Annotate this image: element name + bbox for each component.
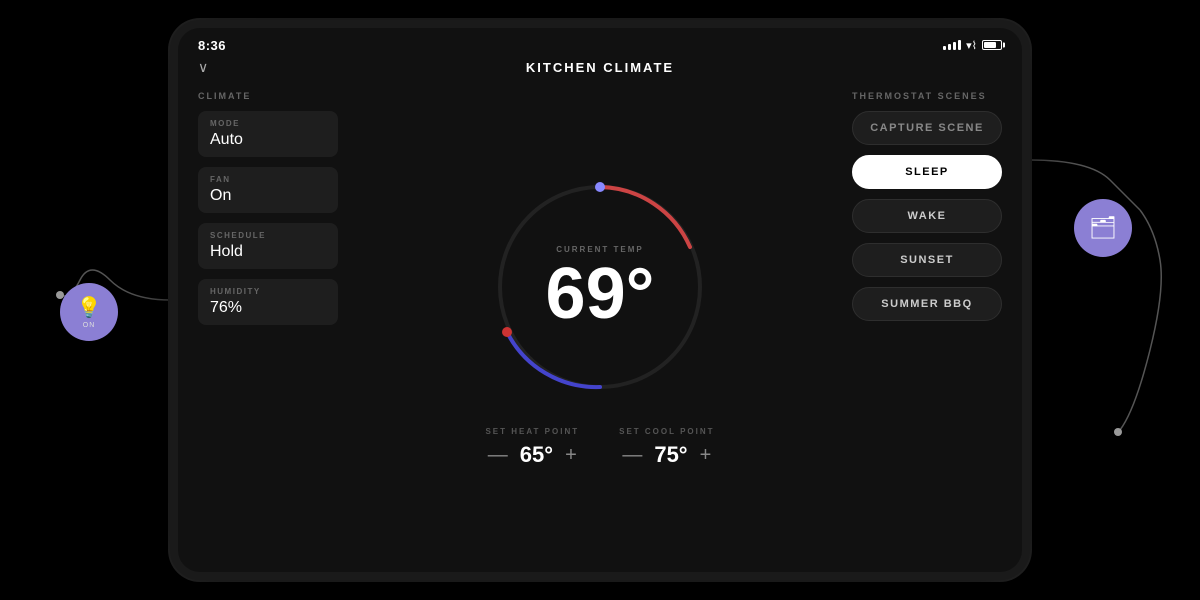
left-panel: CLIMATE MODE Auto FAN On SCHEDULE Hold H… [178, 83, 358, 572]
summer-bbq-scene-button[interactable]: SUMMER BBQ [852, 287, 1002, 321]
radiator-icon: 🗂 [1089, 215, 1117, 241]
left-widget-circle: 💡 ON [60, 283, 118, 341]
status-bar: 8:36 ▾⌇ [178, 28, 1022, 56]
right-widget[interactable]: 🗂 [1074, 199, 1132, 257]
cool-label: SET COOL POINT [619, 427, 714, 436]
cool-setpoint: SET COOL POINT — 75° + [619, 427, 714, 468]
heat-plus-button[interactable]: + [565, 445, 577, 465]
cool-value: 75° [654, 442, 687, 468]
right-widget-circle: 🗂 [1074, 199, 1132, 257]
wifi-icon: ▾⌇ [966, 39, 977, 52]
cool-minus-button[interactable]: — [622, 445, 642, 465]
mode-card[interactable]: MODE Auto [198, 111, 338, 157]
chevron-down-icon[interactable]: ∨ [198, 59, 208, 76]
status-time: 8:36 [198, 38, 226, 53]
battery-fill [984, 42, 996, 48]
main-content: CLIMATE MODE Auto FAN On SCHEDULE Hold H… [178, 83, 1022, 572]
schedule-value: Hold [210, 243, 326, 261]
heat-value: 65° [520, 442, 553, 468]
fan-card[interactable]: FAN On [198, 167, 338, 213]
battery-icon [982, 40, 1002, 50]
temp-display: CURRENT TEMP 69° [546, 245, 655, 330]
fan-value: On [210, 187, 326, 205]
bar2 [948, 44, 951, 50]
page-title: KITCHEN CLIMATE [526, 60, 674, 75]
center-panel: CURRENT TEMP 69° SET HEAT POINT — 65° + [358, 83, 842, 572]
current-temp-value: 69° [546, 254, 655, 334]
sleep-scene-button[interactable]: SLEEP [852, 155, 1002, 189]
schedule-card[interactable]: SCHEDULE Hold [198, 223, 338, 269]
mode-label: MODE [210, 119, 326, 128]
humidity-card[interactable]: HUMIDITY 76% [198, 279, 338, 325]
cool-controls: — 75° + [622, 442, 711, 468]
tablet-screen: 8:36 ▾⌇ ∨ KITCHEN CLIMATE [178, 28, 1022, 572]
header: ∨ KITCHEN CLIMATE [178, 56, 1022, 83]
bulb-icon: 💡 [77, 295, 102, 320]
bar3 [953, 42, 956, 50]
capture-scene-button[interactable]: CAPTURE SCENE [852, 111, 1002, 145]
wake-scene-button[interactable]: WAKE [852, 199, 1002, 233]
tablet-frame: 8:36 ▾⌇ ∨ KITCHEN CLIMATE [170, 20, 1030, 580]
climate-section-label: CLIMATE [198, 91, 338, 101]
right-panel: THERMOSTAT SCENES CAPTURE SCENE SLEEP WA… [842, 83, 1022, 572]
heat-label: SET HEAT POINT [485, 427, 579, 436]
bar4 [958, 40, 961, 50]
heat-controls: — 65° + [488, 442, 577, 468]
mode-value: Auto [210, 131, 326, 149]
signal-icon [943, 40, 961, 50]
cool-plus-button[interactable]: + [700, 445, 712, 465]
heat-minus-button[interactable]: — [488, 445, 508, 465]
status-icons: ▾⌇ [943, 39, 1002, 52]
thermostat-dial[interactable]: CURRENT TEMP 69° [480, 167, 720, 407]
bar1 [943, 46, 946, 50]
left-widget[interactable]: 💡 ON [60, 283, 118, 341]
humidity-value: 76% [210, 299, 326, 317]
fan-label: FAN [210, 175, 326, 184]
schedule-label: SCHEDULE [210, 231, 326, 240]
sunset-scene-button[interactable]: SUNSET [852, 243, 1002, 277]
setpoints: SET HEAT POINT — 65° + SET COOL POINT — … [485, 427, 714, 468]
humidity-label: HUMIDITY [210, 287, 326, 296]
heat-setpoint: SET HEAT POINT — 65° + [485, 427, 579, 468]
current-temp-label: CURRENT TEMP [546, 245, 655, 254]
scenes-section-label: THERMOSTAT SCENES [852, 91, 1002, 101]
left-widget-label: ON [83, 322, 96, 329]
